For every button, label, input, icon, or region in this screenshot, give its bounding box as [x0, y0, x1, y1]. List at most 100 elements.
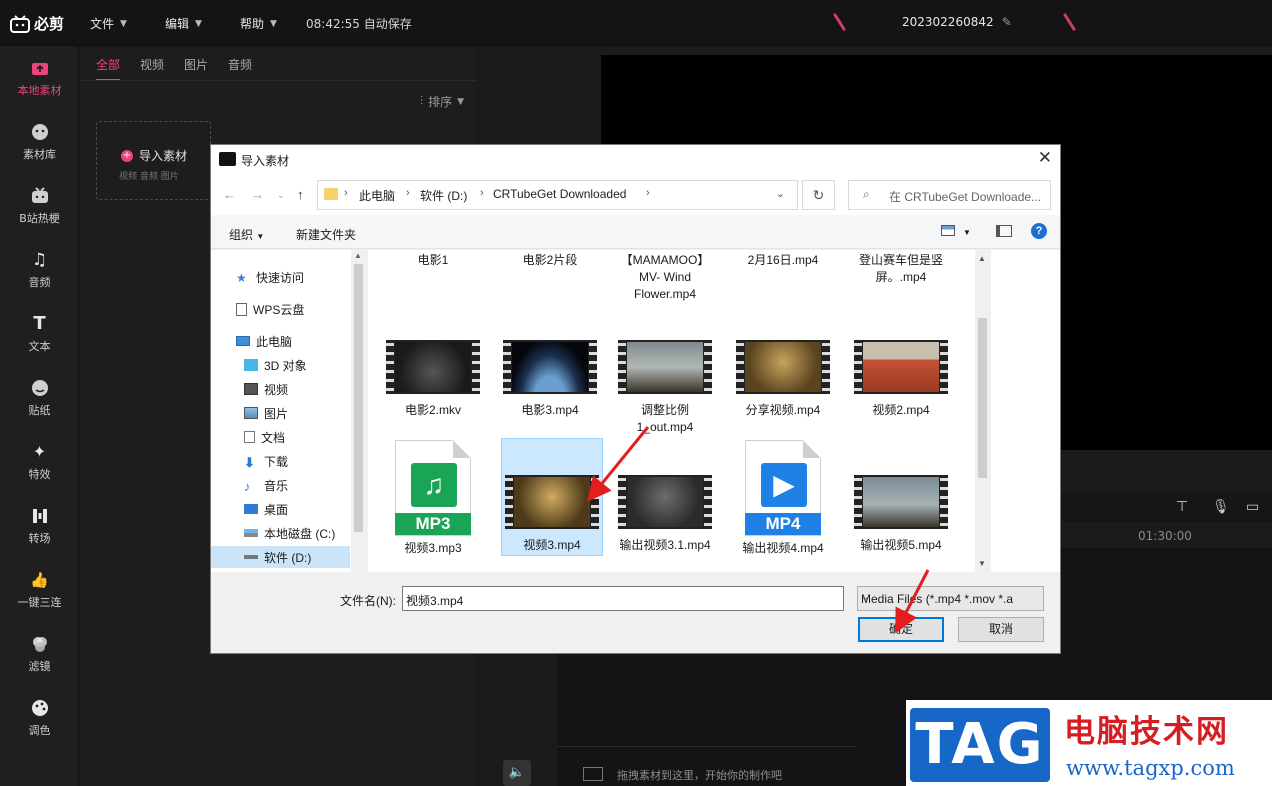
filename-input[interactable]: 视频3.mp4 ⌄: [402, 586, 844, 611]
organize-button[interactable]: 组织 ▼: [229, 226, 264, 243]
file-item[interactable]: ♫ MP3 视频3.mp3: [382, 440, 484, 557]
file-item[interactable]: 调整比例1_out.mp4: [614, 340, 716, 436]
chevron-up-icon[interactable]: ▲: [354, 251, 362, 260]
cancel-button[interactable]: 取消: [958, 617, 1044, 642]
file-item-selected[interactable]: 视频3.mp4: [501, 438, 603, 556]
scrollbar-thumb[interactable]: [978, 318, 987, 478]
volume-icon[interactable]: 🔈: [503, 760, 531, 786]
edit-icon[interactable]: ✎: [1002, 15, 1012, 29]
sidebar-item-label: 音频: [28, 275, 51, 289]
view-mode-icon[interactable]: [941, 225, 955, 236]
folder-icon: [324, 188, 338, 200]
chevron-right-icon: ›: [480, 187, 484, 199]
tree-item-drive-d[interactable]: 软件 (D:): [211, 546, 350, 568]
tree-item-downloads[interactable]: ⬇ 下载: [211, 450, 350, 472]
file-item[interactable]: 电影1: [382, 252, 484, 269]
sidebar-item-sticker[interactable]: 贴纸: [0, 366, 79, 430]
chevron-down-icon[interactable]: ⌄: [277, 190, 285, 201]
tree-scrollbar[interactable]: ▲: [351, 250, 366, 572]
sidebar-item-filter[interactable]: 滤镜: [0, 622, 79, 686]
sidebar-item-hot-memes[interactable]: B站热梗: [0, 174, 79, 238]
preview-pane-icon[interactable]: [996, 225, 1012, 237]
face-icon: [31, 123, 49, 141]
back-arrow-icon[interactable]: ←: [223, 187, 236, 202]
ok-button[interactable]: 确定: [858, 617, 944, 642]
tree-item-label: 文档: [261, 430, 286, 445]
tree-item-label: 音乐: [264, 478, 289, 493]
breadcrumb-this-pc[interactable]: 此电脑: [359, 187, 395, 204]
project-name[interactable]: 202302260842 ✎: [902, 15, 1012, 29]
tree-item-drive-c[interactable]: 本地磁盘 (C:): [211, 522, 350, 544]
chevron-down-icon[interactable]: ⌄: [406, 592, 838, 603]
tab-video[interactable]: 视频: [140, 56, 164, 81]
tree-item-desktop[interactable]: 桌面: [211, 498, 350, 520]
menu-help[interactable]: 帮助 ▼: [240, 15, 277, 32]
tab-image[interactable]: 图片: [184, 56, 208, 81]
breadcrumb-drive-d[interactable]: 软件 (D:): [420, 187, 467, 204]
sidebar-item-local-media[interactable]: 本地素材: [0, 46, 79, 110]
camera-icon[interactable]: ▭: [1246, 499, 1259, 515]
sort-button[interactable]: ⫶ 排序 ▼: [420, 93, 464, 110]
tree-item-pictures[interactable]: 图片: [211, 402, 350, 424]
microphone-icon[interactable]: 🎙: [1212, 499, 1230, 515]
new-folder-button[interactable]: 新建文件夹: [296, 226, 356, 243]
tree-item-quick-access[interactable]: ★ 快速访问: [211, 266, 350, 288]
chevron-up-icon[interactable]: ▲: [978, 254, 986, 263]
sidebar-item-audio[interactable]: ♫ 音频: [0, 238, 79, 302]
film-icon: [583, 767, 603, 781]
chevron-down-icon[interactable]: ⌄: [776, 187, 785, 200]
tree-item-music[interactable]: ♪ 音乐: [211, 474, 350, 496]
import-media-button[interactable]: + 导入素材 视频 音频 图片: [96, 121, 211, 200]
breadcrumb-folder[interactable]: CRTubeGet Downloaded: [493, 187, 626, 201]
sidebar-item-triple[interactable]: 👍 一键三连: [0, 558, 79, 622]
forward-arrow-icon[interactable]: →: [251, 187, 264, 202]
sidebar-item-library[interactable]: 素材库: [0, 110, 79, 174]
tree-item-documents[interactable]: 文档: [211, 426, 350, 448]
file-item[interactable]: 电影2.mkv: [382, 340, 484, 419]
address-bar[interactable]: › 此电脑 › 软件 (D:) › CRTubeGet Downloaded ›…: [317, 180, 798, 210]
chevron-down-icon[interactable]: ▼: [963, 228, 971, 237]
sidebar-item-text[interactable]: T 文本: [0, 302, 79, 366]
dialog-toolbar: 组织 ▼ 新建文件夹 ▼ ?: [211, 215, 1060, 249]
timeline-drop-hint[interactable]: 拖拽素材到这里，开始你的制作吧: [557, 746, 857, 786]
file-item[interactable]: ▶ MP4 输出视频4.mp4: [732, 440, 834, 557]
thumbs-up-icon: 👍: [30, 570, 49, 589]
tree-item-wps-cloud[interactable]: WPS云盘: [211, 298, 350, 320]
search-field[interactable]: ⌕ 在 CRTubeGet Downloade...: [848, 180, 1051, 210]
sidebar-item-label: 一键三连: [17, 595, 62, 609]
close-icon[interactable]: ✕: [1038, 148, 1052, 168]
sidebar-item-label: B站热梗: [19, 211, 60, 225]
tab-audio[interactable]: 音频: [228, 56, 252, 81]
desktop-icon: [244, 504, 258, 514]
file-item[interactable]: 登山赛车但是竖屏。.mp4: [850, 252, 952, 286]
help-icon[interactable]: ?: [1031, 223, 1047, 239]
file-name: 调整比例1_out.mp4: [636, 403, 694, 434]
file-item[interactable]: 电影2片段: [499, 252, 601, 269]
tree-item-videos[interactable]: 视频: [211, 378, 350, 400]
file-grid-scrollbar[interactable]: ▲ ▼: [975, 250, 990, 572]
tree-item-this-pc[interactable]: 此电脑: [211, 330, 350, 352]
chevron-down-icon[interactable]: ▼: [978, 559, 986, 568]
text-recognition-icon[interactable]: ⊤: [1176, 499, 1188, 515]
sidebar-item-label: 贴纸: [28, 403, 51, 417]
sidebar-item-label: 调色: [28, 723, 51, 737]
filetype-select[interactable]: Media Files (*.mp4 *.mov *.a ⌄: [857, 586, 1044, 611]
file-item[interactable]: 分享视频.mp4: [732, 340, 834, 419]
file-item[interactable]: 【MAMAMOO】MV- Wind Flower.mp4: [614, 252, 716, 303]
sidebar-item-transition[interactable]: 转场: [0, 494, 79, 558]
menu-file[interactable]: 文件 ▼: [90, 15, 127, 32]
file-item[interactable]: 输出视频3.1.mp4: [614, 475, 716, 554]
file-item[interactable]: 电影3.mp4: [499, 340, 601, 419]
tree-item-3d-objects[interactable]: 3D 对象: [211, 354, 350, 376]
file-item[interactable]: 视频2.mp4: [850, 340, 952, 419]
sidebar-item-color[interactable]: 调色: [0, 686, 79, 750]
file-item[interactable]: 输出视频5.mp4: [850, 475, 952, 554]
menu-edit[interactable]: 编辑 ▼: [165, 15, 202, 32]
scrollbar-thumb[interactable]: [354, 264, 363, 532]
tab-all[interactable]: 全部: [96, 56, 120, 81]
watermark-url: www.tagxp.com: [1066, 756, 1235, 780]
file-item[interactable]: 2月16日.mp4: [732, 252, 834, 269]
up-arrow-icon[interactable]: ↑: [297, 187, 304, 202]
refresh-button[interactable]: ↻: [802, 180, 835, 210]
sidebar-item-effects[interactable]: ✦ 特效: [0, 430, 79, 494]
